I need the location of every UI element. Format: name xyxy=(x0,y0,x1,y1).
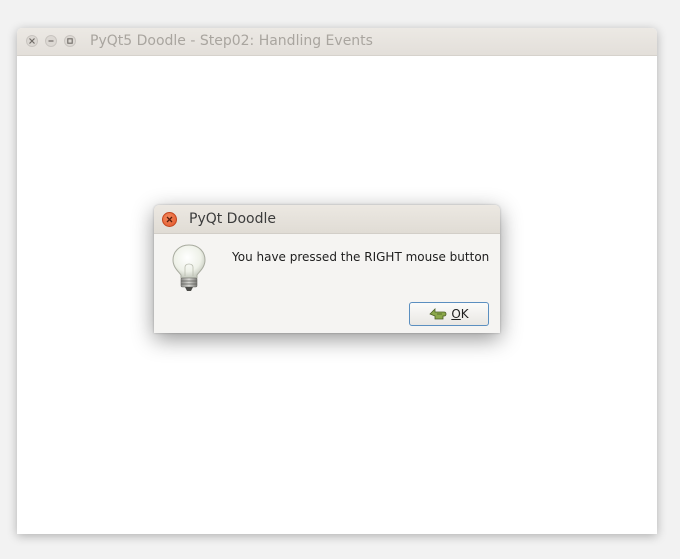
ok-button-mnemonic: O xyxy=(451,307,461,321)
close-icon xyxy=(166,216,173,223)
main-window-title: PyQt5 Doodle - Step02: Handling Events xyxy=(90,33,373,49)
message-dialog: PyQt Doodle You have pressed the RIGHT m… xyxy=(154,205,500,333)
ok-button-label: OK xyxy=(451,307,468,321)
dialog-body: You have pressed the RIGHT mouse button … xyxy=(154,234,500,333)
dialog-title: PyQt Doodle xyxy=(189,211,276,227)
dialog-titlebar[interactable]: PyQt Doodle xyxy=(154,205,500,234)
lightbulb-icon xyxy=(172,244,206,291)
maximize-icon xyxy=(67,38,73,44)
window-minimize-button[interactable] xyxy=(45,35,57,47)
dialog-close-button[interactable] xyxy=(162,212,177,227)
ok-button-label-rest: K xyxy=(460,307,469,321)
main-window-titlebar[interactable]: PyQt5 Doodle - Step02: Handling Events xyxy=(17,28,657,56)
window-close-button[interactable] xyxy=(26,35,38,47)
close-icon xyxy=(29,38,35,44)
ok-button[interactable]: OK xyxy=(409,302,489,326)
minimize-icon xyxy=(48,40,54,42)
window-maximize-button[interactable] xyxy=(64,35,76,47)
dialog-message: You have pressed the RIGHT mouse button xyxy=(232,250,490,264)
ok-hand-icon xyxy=(429,308,447,320)
